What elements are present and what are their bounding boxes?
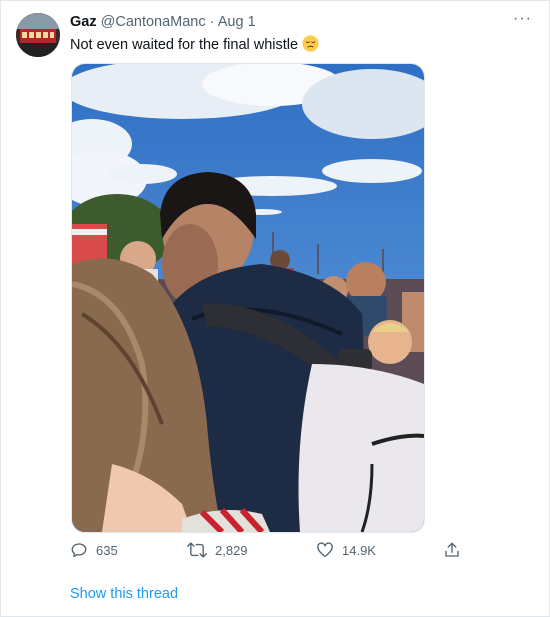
- user-handle[interactable]: @CantonaManc: [101, 14, 206, 30]
- show-thread-link[interactable]: Show this thread: [70, 586, 178, 602]
- tweet-text-content: Not even waited for the final whistle: [70, 37, 299, 53]
- like-button[interactable]: 14.9K: [316, 541, 376, 559]
- retweet-icon: [187, 542, 207, 558]
- tweet-header: Gaz @CantonaManc · Aug 1: [70, 14, 256, 30]
- crowd-photo: [72, 64, 424, 532]
- avatar-image: [16, 13, 60, 57]
- retweet-button[interactable]: 2,829: [187, 541, 248, 559]
- header-separator: ·: [209, 14, 215, 30]
- share-button[interactable]: [443, 541, 461, 559]
- more-horizontal-icon[interactable]: ···: [513, 10, 532, 28]
- reply-count: 635: [96, 542, 118, 558]
- tweet-date[interactable]: Aug 1: [218, 14, 256, 30]
- retweet-count: 2,829: [215, 542, 248, 558]
- tweet-text: Not even waited for the final whistle: [70, 35, 319, 56]
- avatar[interactable]: [16, 13, 60, 57]
- tweet-photo[interactable]: [71, 63, 425, 533]
- heart-icon: [317, 542, 333, 558]
- like-count: 14.9K: [342, 542, 376, 558]
- tweet-actions: 635 2,829 14.9K: [70, 541, 470, 563]
- share-icon: [445, 542, 459, 557]
- reply-button[interactable]: 635: [70, 541, 118, 559]
- pensive-face-emoji-icon: [302, 35, 319, 56]
- reply-icon: [71, 543, 87, 558]
- display-name[interactable]: Gaz: [70, 14, 97, 30]
